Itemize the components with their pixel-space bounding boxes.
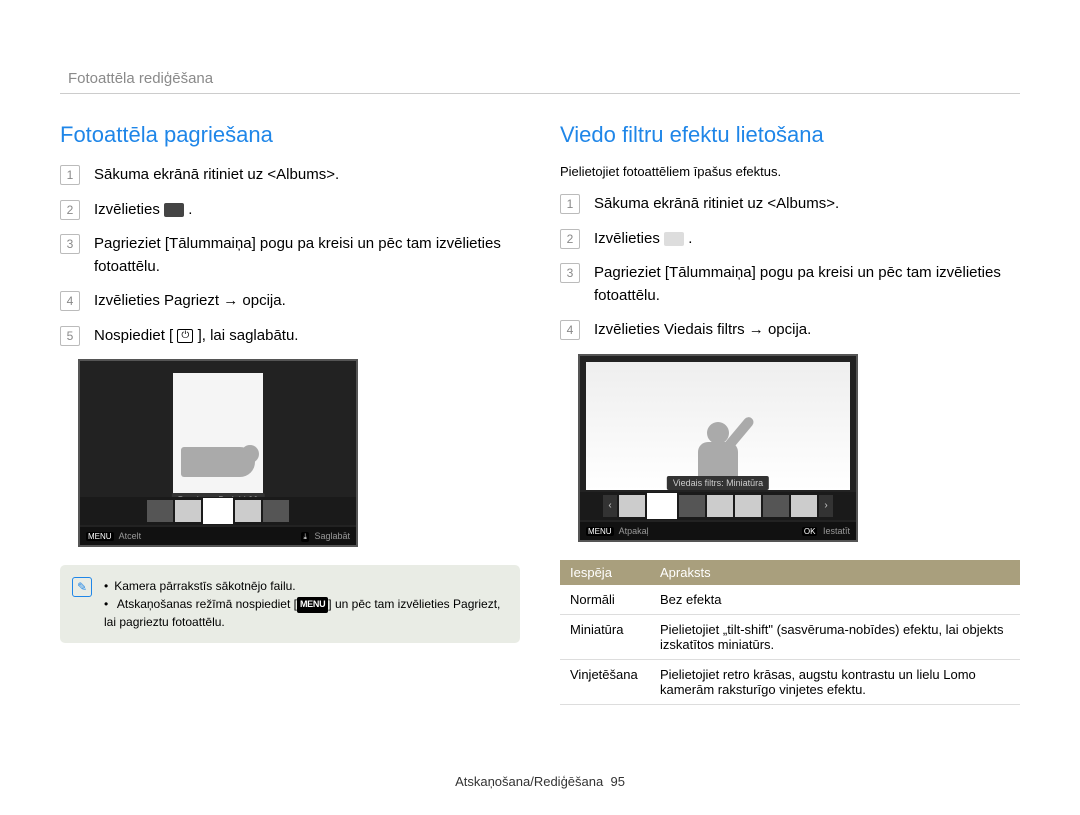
step-text: . [188,201,192,218]
chevron-right-icon: › [819,495,833,517]
breadcrumb: Fotoattēla rediģēšana [60,70,1020,87]
steps-filters: Sākuma ekrānā ritiniet uz <Albums>. Izvē… [560,193,1020,342]
thumb-selected [203,498,233,524]
step: Izvēlieties Viedais ﬁltrs → opcija. [580,319,1020,342]
step: Izvēlieties . [80,199,520,222]
step: Izvēlieties Pagriezt → opcija. [80,290,520,313]
divider [60,93,1020,94]
option-desc: Bez efekta [650,585,1020,615]
thumb-selected [647,493,677,519]
screenshot-rotate: Pagriezt : Pa labi 90 MENU Atcelt ⤓ S [78,359,358,547]
step: Pagrieziet [Tālummaiņa] pogu pa kreisi u… [580,262,1020,307]
thumb [735,495,761,517]
screen-footer: MENU Atpakaļ OK Iestatīt [580,522,856,540]
table-header: Iespēja [560,560,650,585]
table-row: Miniatūra Pielietojiet „tilt-shift" (sas… [560,614,1020,659]
section-title-filters: Viedo ﬁltru efektu lietošana [560,122,1020,148]
thumb [791,495,817,517]
option-name: Miniatūra [560,614,650,659]
thumb [707,495,733,517]
left-column: Fotoattēla pagriešana Sākuma ekrānā riti… [60,122,520,705]
section-title-rotate: Fotoattēla pagriešana [60,122,520,148]
thumb [235,500,261,522]
footer-right-label: Saglabāt [314,531,350,541]
options-table: Iespēja Apraksts Normāli Bez efekta Mini… [560,560,1020,705]
option-name: Normāli [560,585,650,615]
footer-left-label: Atcelt [119,531,142,541]
edit-icon [164,203,184,217]
table-row: Vinjetēšana Pielietojiet retro krāsas, a… [560,659,1020,704]
note-item: Atskaņošanas režīmā nospiediet [MENU] un… [104,595,506,631]
thumb [619,495,645,517]
note-icon: ✎ [72,577,92,597]
right-column: Viedo ﬁltru efektu lietošana Pielietojie… [560,122,1020,705]
step: Izvēlieties . [580,228,1020,251]
step-text: Izvēlieties [94,201,164,218]
option-desc: Pielietojiet „tilt-shift" (sasvēruma-nob… [650,614,1020,659]
preview-filter [586,362,850,490]
option-desc: Pielietojiet retro krāsas, augstu kontra… [650,659,1020,704]
menu-chip-icon: MENU [86,532,114,541]
chevron-left-icon: ‹ [603,495,617,517]
footer-section: Atskaņošana/Rediģēšana [455,774,603,789]
power-icon: ⏻ [177,329,193,343]
filter-caption: Viedais ﬁltrs: Miniatūra [667,476,769,490]
thumb [147,500,173,522]
menu-icon: MENU [297,597,328,613]
step: Sākuma ekrānā ritiniet uz <Albums>. [580,193,1020,216]
step-text: Izvēlieties [594,230,664,247]
subtext: Pielietojiet fotoattēliem īpašus efektus… [560,164,1020,179]
save-chip-icon: ⤓ [301,532,309,542]
step: Sākuma ekrānā ritiniet uz <Albums>. [80,164,520,187]
thumb [679,495,705,517]
preview-portrait [173,373,263,513]
thumbnail-strip [80,497,356,525]
ok-chip-icon: OK [802,527,818,536]
edit-icon [664,232,684,246]
thumb [763,495,789,517]
screen-footer: MENU Atcelt ⤓ Saglabāt [80,527,356,545]
step: Nospiediet [ ⏻ ], lai saglabātu. [80,325,520,348]
page-number: 95 [610,774,624,789]
step-text: Nospiediet [ [94,327,173,344]
footer-left-label: Atpakaļ [619,526,649,536]
step-text: . [688,230,692,247]
thumbnail-strip: ‹ › [580,492,856,520]
steps-rotate: Sākuma ekrānā ritiniet uz <Albums>. Izvē… [60,164,520,347]
table-row: Normāli Bez efekta [560,585,1020,615]
note-item: Kamera pārrakstīs sākotnējo failu. [104,577,506,595]
thumb [175,500,201,522]
thumb [263,500,289,522]
step-text: ], lai saglabātu. [198,327,299,344]
screenshot-filter: Viedais ﬁltrs: Miniatūra ‹ › MENU Atpaka… [578,354,858,542]
table-header: Apraksts [650,560,1020,585]
menu-chip-icon: MENU [586,527,614,536]
figure-silhouette-icon [181,447,255,477]
footer-right-label: Iestatīt [823,526,850,536]
note-box: ✎ Kamera pārrakstīs sākotnējo failu. Ats… [60,565,520,643]
option-name: Vinjetēšana [560,659,650,704]
step: Pagrieziet [Tālummaiņa] pogu pa kreisi u… [80,233,520,278]
page-footer: Atskaņošana/Rediģēšana 95 [0,774,1080,789]
